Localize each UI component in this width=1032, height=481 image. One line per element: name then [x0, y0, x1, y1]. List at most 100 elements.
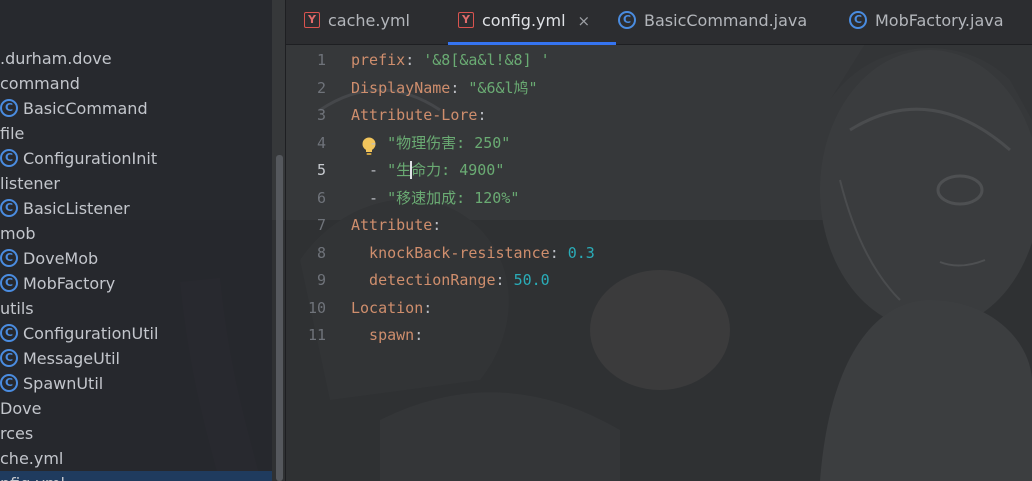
tree-item-label: BasicListener — [23, 199, 130, 218]
code-line[interactable]: 1 prefix: '&8[&a&l!&8] ' — [286, 47, 986, 74]
class-icon: C — [0, 148, 18, 167]
class-icon: C — [0, 348, 18, 367]
class-icon: C — [0, 248, 18, 267]
tab-mobfactory-java[interactable]: C MobFactory.java — [849, 0, 1004, 44]
tree-item-label: SpawnUtil — [23, 374, 104, 393]
tree-item[interactable]: listener — [0, 171, 60, 196]
text-caret — [410, 160, 413, 179]
token-num: 0.3 — [567, 243, 595, 262]
token-key: Location — [351, 298, 424, 317]
line-number: 8 — [316, 243, 326, 262]
tree-item[interactable]: Dove — [0, 396, 41, 421]
tree-item[interactable]: C SpawnUtil — [0, 371, 103, 396]
code-text: - "移速加成: 120%" — [351, 185, 519, 212]
code-line[interactable]: 3 Attribute-Lore: — [286, 102, 986, 129]
token-punct: : — [432, 216, 442, 234]
tree-item[interactable]: file — [0, 121, 24, 146]
line-number: 10 — [307, 298, 326, 317]
tree-item[interactable]: C MobFactory — [0, 271, 115, 296]
tree-item[interactable]: che.yml — [0, 446, 63, 471]
tree-item-label: ConfigurationUtil — [23, 324, 159, 343]
token-punct: : — [405, 51, 424, 69]
line-number: 1 — [316, 51, 326, 69]
line-number: 11 — [307, 326, 326, 344]
token-str: "物理伤害: 250" — [387, 133, 511, 152]
token-str: "生 — [387, 161, 412, 179]
token-punct: : — [495, 271, 514, 289]
tree-item-label: che.yml — [0, 449, 64, 468]
tree-item[interactable]: C BasicListener — [0, 196, 130, 221]
line-number: 6 — [316, 188, 326, 207]
token-str: 命力: 4900" — [411, 161, 505, 179]
token-key: knockBack-resistance — [351, 243, 550, 262]
token-num: 50.0 — [513, 271, 550, 289]
code-text: Attribute-Lore: — [351, 102, 486, 129]
token-punct: : — [423, 298, 433, 317]
code-line[interactable]: 5 - "生命力: 4900" — [286, 157, 986, 184]
tree-item[interactable]: .durham.dove — [0, 46, 112, 71]
close-icon[interactable]: × — [578, 12, 591, 30]
tree-item[interactable]: C BasicCommand — [0, 96, 148, 121]
tree-item[interactable]: C ConfigurationUtil — [0, 321, 158, 346]
tree-item-label: Dove — [0, 399, 42, 418]
token-dash: - — [351, 133, 388, 152]
code-text: - "生命力: 4900" — [351, 157, 504, 184]
class-icon: C — [0, 273, 18, 292]
tree-item[interactable]: C ConfigurationInit — [0, 146, 157, 171]
tree-item-label: mob — [0, 224, 36, 243]
tree-item[interactable]: utils — [0, 296, 34, 321]
tree-item-label: rces — [0, 424, 34, 443]
code-line[interactable]: 9 detectionRange: 50.0 — [286, 267, 986, 294]
tab-config-yml[interactable]: Yconfig.yml × — [448, 0, 617, 45]
tree-item[interactable]: C DoveMob — [0, 246, 98, 271]
tab-label: BasicCommand.java — [644, 11, 808, 30]
code-line[interactable]: 6 - "移速加成: 120%" — [286, 185, 986, 212]
code-text: Attribute: — [351, 212, 441, 239]
tree-item[interactable]: rces — [0, 421, 33, 446]
tree-item-label: nfig.yml — [0, 474, 65, 481]
code-line[interactable]: 11 spawn: — [286, 322, 986, 349]
token-str: "移速加成: 120%" — [387, 188, 520, 207]
token-punct: : — [450, 78, 469, 97]
code-line[interactable]: 2 DisplayName: "&6&l鸠" — [286, 75, 986, 102]
code-editor[interactable]: 1 prefix: '&8[&a&l!&8] ' 2 DisplayName: "&6… — [286, 45, 1032, 481]
tree-item[interactable]: nfig.yml — [0, 471, 272, 481]
tree-item[interactable]: mob — [0, 221, 36, 246]
tab-cache-yml[interactable]: Ycache.yml — [304, 0, 410, 44]
token-key: spawn — [351, 326, 415, 344]
code-line[interactable]: 4 - "物理伤害: 250" — [286, 130, 986, 157]
class-icon: C — [0, 198, 18, 217]
token-str: "&6&l鸠" — [468, 78, 538, 97]
tree-item-label: BasicCommand — [23, 99, 148, 118]
tree-item-label: MobFactory — [23, 274, 116, 293]
tree-item[interactable]: C MessageUtil — [0, 346, 120, 371]
class-icon: C — [0, 98, 18, 117]
yaml-icon: Y — [304, 11, 320, 28]
code-line[interactable]: 10 Location: — [286, 295, 986, 322]
code-text: knockBack-resistance: 0.3 — [351, 240, 595, 267]
tree-item[interactable]: command — [0, 71, 80, 96]
tree-item-label: listener — [0, 174, 60, 193]
java-class-icon: C — [618, 10, 636, 29]
line-number: 5 — [316, 161, 326, 179]
tree-item-label: .durham.dove — [0, 49, 112, 68]
tab-label: config.yml — [482, 11, 566, 30]
editor-tab-bar: Ycache.yml Yconfig.yml × C BasicCommand.java… — [286, 0, 1032, 45]
code-line[interactable]: 7 Attribute: — [286, 212, 986, 239]
line-number: 3 — [316, 106, 326, 124]
code-text: - "物理伤害: 250" — [351, 130, 510, 157]
token-key: Attribute-Lore — [351, 106, 478, 124]
tree-item-label: DoveMob — [23, 249, 99, 268]
java-class-icon: C — [849, 10, 867, 29]
code-text: spawn: — [351, 322, 423, 349]
tree-scrollbar[interactable] — [276, 155, 283, 481]
token-key: DisplayName — [351, 78, 451, 97]
tab-basiccommand-java[interactable]: C BasicCommand.java — [618, 0, 807, 44]
token-punct: : — [477, 106, 487, 124]
line-number: 7 — [316, 216, 326, 234]
code-line[interactable]: 8 knockBack-resistance: 0.3 — [286, 240, 986, 267]
line-number: 4 — [316, 133, 326, 152]
token-punct: : — [549, 243, 568, 262]
token-str: '&8[&a&l!&8] ' — [423, 51, 550, 69]
code-text: DisplayName: "&6&l鸠" — [351, 75, 538, 102]
